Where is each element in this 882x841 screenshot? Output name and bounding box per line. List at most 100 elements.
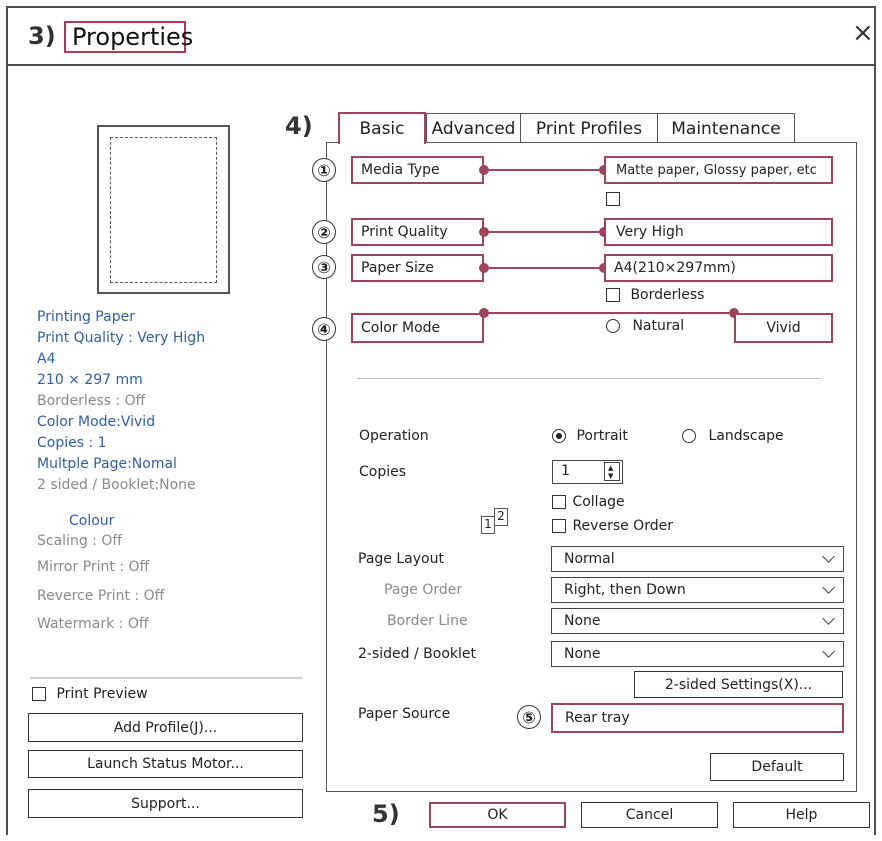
reverse-print-line: Reverce Print : Off bbox=[37, 588, 165, 604]
landscape-option[interactable]: Landscape bbox=[682, 428, 784, 444]
step-label-5: 5) bbox=[372, 800, 400, 828]
panel-divider bbox=[357, 378, 821, 379]
media-type-select[interactable]: Matte paper, Glossy paper, etc bbox=[604, 156, 833, 184]
two-sided-select[interactable]: None bbox=[551, 641, 844, 667]
callout-5: ⑤ bbox=[517, 705, 541, 729]
border-line-select[interactable]: None bbox=[551, 608, 844, 634]
two-sided-label: 2-sided / Booklet bbox=[358, 646, 476, 662]
print-quality-label: Print Quality bbox=[351, 218, 484, 246]
connector-dot bbox=[479, 227, 489, 237]
up-arrow-icon[interactable]: ▲ bbox=[608, 464, 613, 472]
page-layout-label: Page Layout bbox=[358, 551, 444, 567]
paper-preview-margin bbox=[110, 137, 217, 283]
summary-line: Color Mode:Vivid bbox=[37, 414, 156, 430]
down-arrow-icon[interactable]: ▼ bbox=[608, 472, 613, 480]
page-order-value: Right, then Down bbox=[564, 582, 686, 598]
print-preview-label: Print Preview bbox=[56, 686, 148, 702]
callout-1: ① bbox=[312, 158, 336, 182]
default-button[interactable]: Default bbox=[710, 753, 844, 781]
print-preview-option[interactable]: Print Preview bbox=[32, 686, 148, 702]
scaling-line: Scaling : Off bbox=[37, 533, 122, 549]
page-1-glyph: 1 bbox=[481, 516, 495, 534]
summary-line: Borderless : Off bbox=[37, 393, 146, 409]
callout-4: ④ bbox=[312, 317, 336, 341]
summary-line: Copies : 1 bbox=[37, 435, 107, 451]
chevron-down-icon bbox=[822, 550, 835, 563]
page-order-select[interactable]: Right, then Down bbox=[551, 577, 844, 603]
media-type-checkbox[interactable] bbox=[606, 192, 620, 206]
page-layout-select[interactable]: Normal bbox=[551, 546, 844, 572]
two-sided-settings-button[interactable]: 2-sided Settings(X)... bbox=[634, 671, 843, 698]
title-bar-divider bbox=[6, 64, 876, 66]
summary-line: 210 × 297 mm bbox=[37, 372, 143, 388]
colour-heading: Colour bbox=[69, 513, 115, 529]
print-preview-checkbox[interactable] bbox=[32, 687, 46, 701]
reverse-order-checkbox[interactable] bbox=[552, 519, 566, 533]
collage-checkbox[interactable] bbox=[552, 495, 566, 509]
multi-page-icon: 1 2 bbox=[481, 508, 508, 534]
color-mode-connector bbox=[484, 312, 734, 314]
ok-button[interactable]: OK bbox=[429, 802, 566, 828]
paper-source-label: Paper Source bbox=[358, 706, 451, 722]
paper-size-connector bbox=[484, 267, 604, 269]
page-order-label: Page Order bbox=[384, 582, 463, 598]
help-button[interactable]: Help bbox=[733, 802, 870, 828]
tab-basic[interactable]: Basic bbox=[338, 112, 426, 144]
landscape-label: Landscape bbox=[708, 428, 784, 444]
summary-line: Printing Paper bbox=[37, 309, 135, 325]
borderless-option[interactable]: Borderless bbox=[606, 287, 704, 303]
border-line-label: Border Line bbox=[387, 613, 468, 629]
reverse-order-option[interactable]: Reverse Order bbox=[552, 518, 673, 534]
paper-size-select[interactable]: A4(210×297mm) bbox=[604, 254, 833, 282]
summary-line: A4 bbox=[37, 351, 56, 367]
landscape-radio[interactable] bbox=[682, 429, 696, 443]
stepper-arrows[interactable]: ▲ ▼ bbox=[604, 462, 620, 481]
media-type-label: Media Type bbox=[351, 156, 484, 184]
portrait-option[interactable]: Portrait bbox=[552, 428, 628, 444]
summary-line: Multple Page:Nomal bbox=[37, 456, 177, 472]
support-button[interactable]: Support... bbox=[28, 789, 303, 818]
chevron-down-icon bbox=[822, 612, 835, 625]
step-label-3: 3) bbox=[28, 22, 56, 50]
portrait-radio[interactable] bbox=[552, 429, 566, 443]
watermark-line: Watermark : Off bbox=[37, 616, 149, 632]
two-sided-value: None bbox=[564, 646, 601, 662]
collage-label: Collage bbox=[572, 494, 625, 510]
chevron-down-icon bbox=[822, 645, 835, 658]
border-line-value: None bbox=[564, 613, 601, 629]
step-label-4: 4) bbox=[285, 112, 313, 140]
page-layout-value: Normal bbox=[564, 551, 615, 567]
add-profile-button[interactable]: Add Profile(J)... bbox=[28, 713, 303, 742]
page-2-glyph: 2 bbox=[494, 508, 508, 526]
color-mode-label: Color Mode bbox=[351, 313, 484, 343]
natural-option[interactable]: Natural bbox=[606, 318, 684, 334]
print-quality-select[interactable]: Very High bbox=[604, 218, 833, 246]
callout-2: ② bbox=[312, 220, 336, 244]
window-title: Properties bbox=[64, 21, 193, 53]
natural-label: Natural bbox=[632, 318, 685, 334]
paper-source-select[interactable]: Rear tray bbox=[551, 703, 844, 733]
borderless-checkbox[interactable] bbox=[606, 288, 620, 302]
left-panel-divider bbox=[30, 677, 302, 679]
portrait-label: Portrait bbox=[576, 428, 628, 444]
copies-label: Copies bbox=[359, 464, 407, 480]
cancel-button[interactable]: Cancel bbox=[581, 802, 718, 828]
media-type-connector bbox=[484, 169, 604, 171]
chevron-down-icon bbox=[822, 581, 835, 594]
mirror-print-line: Mirror Print : Off bbox=[37, 559, 150, 575]
natural-radio[interactable] bbox=[606, 319, 620, 333]
borderless-label: Borderless bbox=[630, 287, 705, 303]
paper-size-label: Paper Size bbox=[351, 254, 484, 282]
close-icon[interactable]: × bbox=[852, 20, 874, 46]
tab-print-profiles[interactable]: Print Profiles bbox=[520, 113, 658, 143]
copies-stepper[interactable]: 1 ▲ ▼ bbox=[552, 460, 623, 484]
settings-summary: Printing Paper Print Quality : Very High… bbox=[37, 307, 205, 496]
tab-maintenance[interactable]: Maintenance bbox=[657, 113, 795, 143]
connector-dot bbox=[479, 263, 489, 273]
tab-advanced[interactable]: Advanced bbox=[426, 113, 521, 143]
summary-line: Print Quality : Very High bbox=[37, 330, 206, 346]
collage-option[interactable]: Collage bbox=[552, 494, 625, 510]
callout-3: ③ bbox=[312, 255, 336, 279]
vivid-option[interactable]: Vivid bbox=[734, 313, 833, 343]
launch-status-monitor-button[interactable]: Launch Status Motor... bbox=[28, 750, 303, 778]
